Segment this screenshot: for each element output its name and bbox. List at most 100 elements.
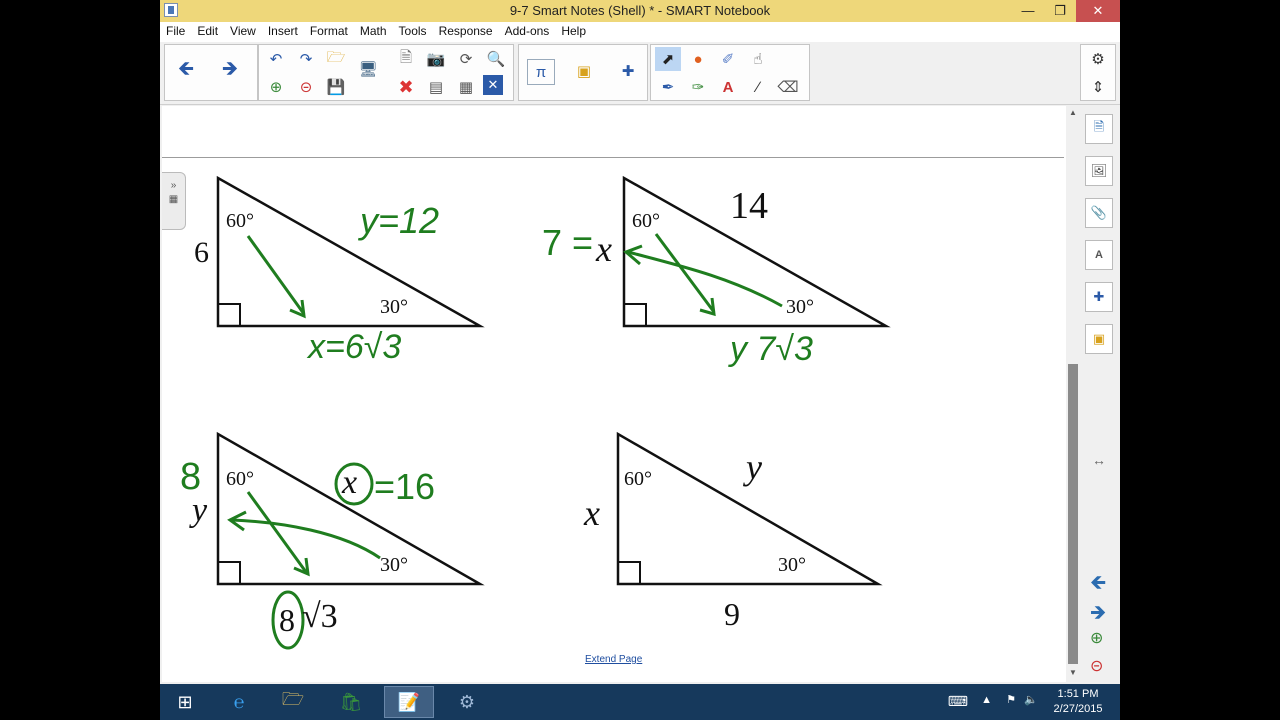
taskbar: ⊞ ℮ 🗁 🛍 📝 ⚙ ⌨ ▲ ⚑ 🔈 1:51 PM 2/27/2015 (160, 684, 1120, 720)
menu-file[interactable]: File (160, 22, 191, 42)
full-screen-icon[interactable]: ▤ (423, 75, 449, 99)
gear-icon[interactable]: ⚙ (1085, 47, 1111, 71)
add-ons-icon[interactable]: ✚ (615, 59, 641, 83)
flag-icon[interactable]: ⚑ (1006, 693, 1016, 706)
clock-time[interactable]: 1:51 PM (1054, 688, 1102, 700)
t2-angle-30: 30° (786, 296, 814, 318)
pointer-icon[interactable]: ☝ (745, 47, 771, 71)
screen-shade-icon[interactable]: 🖥 (355, 57, 381, 81)
text-icon[interactable]: A (715, 75, 741, 99)
minimize-button[interactable]: — (1012, 0, 1044, 22)
arrow-1 (246, 235, 306, 315)
properties-icon[interactable]: A (1085, 240, 1113, 270)
volume-icon[interactable]: 🔈 (1024, 693, 1038, 706)
t1-base-answer: x=6√3 (308, 328, 402, 366)
windows-start-icon[interactable]: ⊞ (160, 686, 210, 718)
t1-angle-60: 60° (226, 210, 254, 232)
creative-pen-icon[interactable]: ✑ (685, 75, 711, 99)
arrow-3b (231, 518, 381, 560)
internet-explorer-icon[interactable]: ℮ (214, 686, 264, 718)
table-icon[interactable]: ▦ (453, 75, 479, 99)
triangle-drawings (216, 175, 891, 650)
gallery-tab-icon[interactable]: 🖼 (1085, 156, 1113, 186)
triangle-3 (216, 431, 485, 586)
screen-capture-icon[interactable]: 📷 (423, 47, 449, 71)
rotate-icon[interactable]: ⟳ (453, 47, 479, 71)
add-ons-tab-icon[interactable]: ✚ (1085, 282, 1113, 312)
menu-help[interactable]: Help (555, 22, 592, 42)
scroll-up-icon[interactable]: ▲ (1068, 108, 1078, 117)
menu-view[interactable]: View (224, 22, 262, 42)
nav-group: 🡸 🡺 (164, 44, 258, 101)
t3-left-var: y (192, 492, 208, 529)
triangle-1 (216, 175, 485, 328)
t3-hyp-var: x (342, 464, 358, 501)
t2-left-answer: 7 = (542, 222, 604, 263)
t4-base: 9 (724, 596, 740, 632)
next-page-button[interactable]: 🡺 (217, 58, 243, 83)
menu-tools[interactable]: Tools (393, 22, 433, 42)
select-icon[interactable]: ⬈ (655, 47, 681, 71)
line-icon[interactable]: ∕ (745, 75, 771, 99)
clear-icon[interactable]: ✕ (483, 75, 503, 95)
open-folder-icon[interactable]: 🗁 (323, 47, 349, 71)
extend-page-link[interactable]: Extend Page (585, 654, 642, 665)
menu-response[interactable]: Response (433, 22, 499, 42)
delete-icon[interactable]: ✖ (393, 75, 419, 99)
gallery-icon[interactable]: ▣ (571, 59, 597, 83)
add-page-icon[interactable]: ⊕ (263, 75, 289, 99)
move-toolbar-icon[interactable]: ⇕ (1085, 75, 1111, 99)
sidebar-next-icon[interactable]: 🡺 (1090, 598, 1106, 632)
magnify-icon[interactable]: 🔍 (483, 47, 509, 71)
window-title: 9-7 Smart Notes (Shell) * - SMART Notebo… (509, 3, 771, 18)
previous-page-button[interactable]: 🡸 (173, 58, 199, 83)
delete-page-icon[interactable]: ⊝ (293, 75, 319, 99)
scroll-thumb[interactable] (1068, 364, 1078, 664)
tools-group: ⬈ ● ✐ ☝ ✒ ✑ A ∕ ⌫ (650, 44, 810, 101)
file-explorer-icon[interactable]: 🗁 (268, 686, 318, 718)
t4-hyp-var: y (746, 447, 762, 487)
menu-insert[interactable]: Insert (262, 22, 304, 42)
eraser-icon[interactable]: ⌫ (775, 75, 801, 99)
t3-angle-60: 60° (226, 468, 254, 490)
maximize-button[interactable]: ❐ (1044, 0, 1076, 22)
resize-panel-icon[interactable]: ↔ (1092, 452, 1106, 468)
clock-date[interactable]: 2/27/2015 (1050, 703, 1106, 715)
page-sorter-icon[interactable]: 🗎 (1085, 114, 1113, 144)
tray-chevron-icon[interactable]: ▲ (981, 694, 992, 706)
menu-add-ons[interactable]: Add-ons (499, 22, 556, 42)
magic-pen-icon[interactable]: ✐ (715, 47, 741, 71)
document-camera-icon[interactable]: ⚙ (442, 686, 492, 718)
lesson-activity-icon[interactable]: ▣ (1085, 324, 1113, 354)
t3-hyp-answer: =16 (374, 466, 436, 507)
menu-math[interactable]: Math (354, 22, 393, 42)
t4-angle-30: 30° (778, 554, 806, 576)
smart-notebook-taskbar-icon[interactable]: 📝 (384, 686, 434, 718)
t2-left-var: x (596, 229, 612, 269)
scroll-down-icon[interactable]: ▼ (1068, 668, 1078, 677)
redo-icon[interactable]: ↷ (293, 47, 319, 71)
right-angle-2 (623, 303, 647, 327)
keyboard-icon[interactable]: ⌨ (948, 693, 968, 710)
t2-base-answer: y 7√3 (730, 330, 813, 368)
menu-edit[interactable]: Edit (191, 22, 224, 42)
menu-format[interactable]: Format (304, 22, 354, 42)
store-icon[interactable]: 🛍 (326, 686, 376, 718)
sidebar-delete-page-icon[interactable]: ⊝ (1090, 656, 1103, 676)
save-icon[interactable]: 💾 (323, 75, 349, 99)
t3-base-circled: 8 (279, 602, 295, 638)
pen-icon[interactable]: ✒ (655, 75, 681, 99)
vertical-scrollbar[interactable]: ▲ ▼ (1066, 106, 1080, 682)
page-icon[interactable]: 🗎 (393, 47, 419, 71)
close-button[interactable]: ✕ (1076, 0, 1120, 22)
t4-left-var: x (584, 493, 600, 533)
attachments-icon[interactable]: 📎 (1085, 198, 1113, 228)
whiteboard-canvas[interactable]: » ▦ 6 60° 30° y=12 x=6√3 14 60° 30° 7 = … (162, 106, 1066, 682)
menu-bar: File Edit View Insert Format Math Tools … (160, 22, 1120, 42)
sidebar-prev-icon[interactable]: 🡸 (1090, 568, 1106, 602)
math-icon[interactable]: π (527, 59, 555, 85)
sidebar-add-page-icon[interactable]: ⊕ (1090, 628, 1103, 648)
undo-icon[interactable]: ↶ (263, 47, 289, 71)
t1-side-label: 6 (194, 236, 209, 269)
shapes-icon[interactable]: ● (685, 47, 711, 71)
